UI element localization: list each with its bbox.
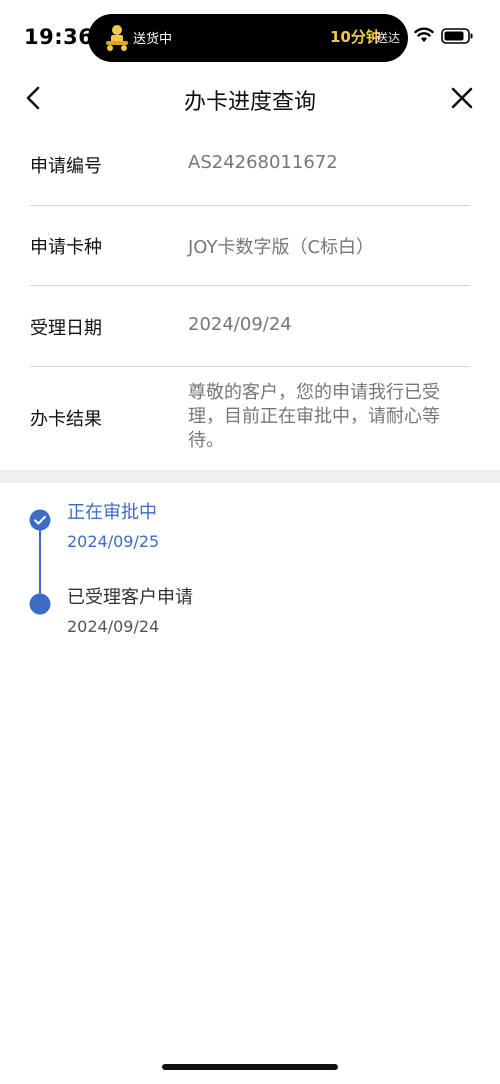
card-type-label: 申请卡种 (30, 237, 102, 258)
home-indicator[interactable] (162, 1064, 338, 1070)
courier-scooter-icon (106, 25, 128, 51)
divider (30, 205, 470, 206)
battery-icon (441, 28, 473, 44)
checkmark-circle-icon (29, 509, 51, 531)
result-message: 尊敬的客户，您的申请我行已受 理，目前正在审批中，请耐心等 待。 (188, 381, 474, 453)
timeline-dot-icon (29, 593, 51, 615)
section-separator (0, 470, 500, 483)
close-icon[interactable] (448, 84, 476, 112)
delivery-eta-minutes: 10分钟 (330, 28, 381, 46)
wifi-icon (414, 27, 434, 42)
divider (30, 285, 470, 286)
result-message-line: 尊敬的客户，您的申请我行已受 (188, 382, 440, 403)
result-message-line: 待。 (188, 430, 224, 451)
result-label: 办卡结果 (30, 409, 102, 430)
timeline-step-title: 正在审批中 (67, 502, 157, 523)
card-type-value: JOY卡数字版（C标白） (188, 237, 375, 258)
status-time: 19:36 (24, 25, 94, 49)
accept-date-value: 2024/09/24 (188, 314, 292, 335)
card-type-row: 申请卡种 JOY卡数字版（C标白） (30, 233, 470, 259)
timeline-step-title: 已受理客户申请 (67, 587, 193, 608)
status-bar: 19:36 送货中 10分钟 送达 (0, 0, 500, 76)
delivery-eta-suffix: 送达 (376, 31, 401, 45)
accept-date-label: 受理日期 (30, 318, 102, 339)
delivery-live-activity[interactable]: 送货中 10分钟 送达 (88, 14, 408, 62)
application-number-label: 申请编号 (30, 156, 102, 177)
navigation-bar: 办卡进度查询 (0, 76, 500, 120)
divider (30, 366, 470, 367)
delivery-status-text: 送货中 (133, 32, 173, 47)
result-message-line: 理，目前正在审批中，请耐心等 (188, 406, 440, 427)
timeline-step-date: 2024/09/24 (67, 617, 160, 636)
application-number-value: AS24268011672 (188, 152, 338, 173)
timeline-step-date: 2024/09/25 (67, 532, 160, 551)
page-title: 办卡进度查询 (183, 90, 316, 115)
accept-date-row: 受理日期 2024/09/24 (30, 314, 470, 340)
timeline-connector (39, 528, 41, 602)
application-number-row: 申请编号 AS24268011672 (30, 152, 470, 178)
